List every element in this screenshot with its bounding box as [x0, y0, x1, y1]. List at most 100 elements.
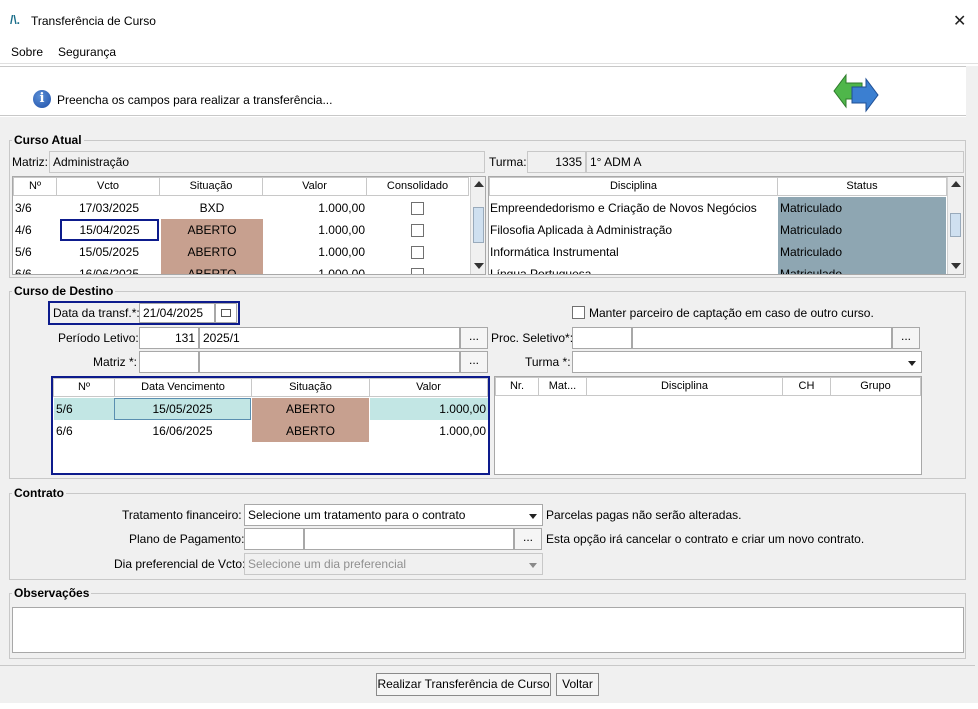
- col-header-vcto[interactable]: Vcto: [56, 177, 160, 196]
- parcela-situacao[interactable]: ABERTO: [161, 241, 263, 263]
- proc-seletivo-code-field[interactable]: [572, 327, 632, 349]
- consolidado-checkbox[interactable]: [411, 246, 424, 259]
- parcela-vcto[interactable]: 16/06/2025: [114, 420, 251, 442]
- parcela-n[interactable]: 5/6: [13, 241, 57, 263]
- chevron-down-icon[interactable]: [527, 555, 541, 573]
- status-cell[interactable]: Matriculado: [778, 219, 946, 241]
- parcela-valor[interactable]: 1.000,00: [263, 197, 367, 219]
- info-text: Preencha os campos para realizar a trans…: [57, 93, 333, 107]
- col-header-grupo[interactable]: Grupo: [830, 377, 921, 396]
- close-icon[interactable]: ✕: [953, 11, 966, 31]
- plano-search-button[interactable]: ...: [514, 528, 542, 550]
- contrato-title: Contrato: [12, 486, 66, 500]
- curso-atual-title: Curso Atual: [12, 133, 84, 147]
- consolidado-checkbox[interactable]: [411, 202, 424, 215]
- dia-preferencial-label: Dia preferencial de Vcto:: [114, 557, 246, 571]
- disciplina-cell[interactable]: Filosofia Aplicada à Administração: [490, 219, 778, 241]
- data-transf-field[interactable]: 21/04/2025: [139, 303, 215, 323]
- info-bar: i Preencha os campos para realizar a tra…: [0, 66, 975, 116]
- parcela-vcto[interactable]: 15/05/2025: [114, 398, 251, 420]
- col-header-valor[interactable]: Valor: [262, 177, 367, 196]
- parcela-situacao[interactable]: ABERTO: [161, 219, 263, 241]
- col-header-situacao[interactable]: Situação: [251, 378, 370, 397]
- parcela-n[interactable]: 5/6: [54, 398, 114, 420]
- matriz-destino-search-button[interactable]: ...: [460, 351, 488, 373]
- col-header-disciplina[interactable]: Disciplina: [586, 377, 783, 396]
- observacoes-title: Observações: [12, 586, 92, 600]
- col-header-consolidado[interactable]: Consolidado: [366, 177, 469, 196]
- turma-destino-label: Turma *:: [525, 355, 571, 369]
- disciplinas-scrollbar[interactable]: [947, 177, 963, 274]
- parcela-n[interactable]: 6/6: [54, 420, 114, 442]
- disciplina-cell[interactable]: Língua Portuguesa: [490, 263, 778, 274]
- realizar-transferencia-button[interactable]: Realizar Transferência de Curso: [376, 673, 551, 696]
- col-header-valor[interactable]: Valor: [369, 378, 488, 397]
- voltar-button[interactable]: Voltar: [556, 673, 599, 696]
- tratamento-select[interactable]: Selecione um tratamento para o contrato: [244, 504, 543, 526]
- col-header-mat[interactable]: Mat...: [538, 377, 587, 396]
- periodo-code-field[interactable]: 131: [139, 327, 199, 349]
- plano-value-field[interactable]: [304, 528, 514, 550]
- parcela-valor[interactable]: 1.000,00: [263, 241, 367, 263]
- col-header-n[interactable]: Nº: [53, 378, 115, 397]
- col-header-disciplina[interactable]: Disciplina: [489, 177, 778, 196]
- parcela-n[interactable]: 4/6: [13, 219, 57, 241]
- col-header-ch[interactable]: CH: [782, 377, 831, 396]
- parcela-valor[interactable]: 1.000,00: [370, 398, 488, 420]
- matriz-destino-value-field[interactable]: [199, 351, 460, 373]
- chevron-down-icon[interactable]: [527, 506, 541, 524]
- parcela-vcto[interactable]: 15/05/2025: [57, 241, 161, 263]
- parcela-vcto[interactable]: 16/06/2025: [57, 263, 161, 274]
- parcela-n[interactable]: 3/6: [13, 197, 57, 219]
- scroll-down-icon[interactable]: [474, 263, 484, 269]
- dia-preferencial-select[interactable]: Selecione um dia preferencial: [244, 553, 543, 575]
- parcela-situacao[interactable]: ABERTO: [161, 263, 263, 274]
- disciplina-cell[interactable]: Empreendedorismo e Criação de Novos Negó…: [490, 197, 778, 219]
- parcela-valor[interactable]: 1.000,00: [263, 219, 367, 241]
- parcela-n[interactable]: 6/6: [13, 263, 57, 274]
- plano-code-field[interactable]: [244, 528, 304, 550]
- status-cell[interactable]: Matriculado: [778, 241, 946, 263]
- menu-sobre[interactable]: Sobre: [11, 45, 43, 59]
- scroll-down-icon[interactable]: [951, 263, 961, 269]
- turma-destino-select[interactable]: [572, 351, 922, 373]
- menu-seguranca[interactable]: Segurança: [58, 45, 116, 59]
- parcela-vcto[interactable]: 17/03/2025: [57, 197, 161, 219]
- col-header-data-vencimento[interactable]: Data Vencimento: [114, 378, 252, 397]
- parcelas-destino-grid: Nº Data Vencimento Situação Valor 5/6 15…: [51, 376, 490, 475]
- matriz-destino-label: Matriz *:: [93, 355, 138, 369]
- proc-seletivo-value-field[interactable]: [632, 327, 892, 349]
- proc-seletivo-search-button[interactable]: ...: [892, 327, 920, 349]
- title-bar: /\. Transferência de Curso ✕: [0, 0, 978, 40]
- scroll-thumb[interactable]: [473, 207, 484, 243]
- col-header-situacao[interactable]: Situação: [159, 177, 263, 196]
- parcela-situacao[interactable]: ABERTO: [252, 420, 369, 442]
- periodo-search-button[interactable]: ...: [460, 327, 488, 349]
- parcela-valor[interactable]: 1.000,00: [370, 420, 488, 442]
- chevron-down-icon[interactable]: [906, 353, 920, 371]
- scroll-up-icon[interactable]: [951, 181, 961, 187]
- consolidado-checkbox[interactable]: [411, 224, 424, 237]
- col-header-n[interactable]: Nº: [13, 177, 57, 196]
- parcelas-scrollbar[interactable]: [470, 177, 485, 274]
- parcela-situacao[interactable]: ABERTO: [252, 398, 369, 420]
- col-header-nr[interactable]: Nr.: [495, 377, 539, 396]
- parcela-vcto[interactable]: 15/04/2025: [60, 219, 159, 241]
- menu-bar: Sobre Segurança: [0, 40, 978, 64]
- status-cell[interactable]: Matriculado: [778, 263, 946, 274]
- parcela-situacao[interactable]: BXD: [161, 197, 263, 219]
- status-cell[interactable]: Matriculado: [778, 197, 946, 219]
- matriz-destino-code-field[interactable]: [139, 351, 199, 373]
- scroll-up-icon[interactable]: [474, 181, 484, 187]
- disciplina-cell[interactable]: Informática Instrumental: [490, 241, 778, 263]
- periodo-value-field[interactable]: 2025/1: [199, 327, 460, 349]
- observacoes-textarea[interactable]: [12, 607, 964, 653]
- consolidado-checkbox[interactable]: [411, 268, 424, 274]
- tratamento-hint: Parcelas pagas não serão alteradas.: [546, 508, 742, 522]
- manter-parceiro-checkbox[interactable]: [572, 306, 585, 319]
- parcela-valor[interactable]: 1.000,00: [263, 263, 367, 274]
- col-header-status[interactable]: Status: [777, 177, 947, 196]
- calendar-icon[interactable]: [215, 303, 237, 323]
- scroll-thumb[interactable]: [950, 213, 961, 237]
- tratamento-label: Tratamento financeiro:: [122, 508, 242, 522]
